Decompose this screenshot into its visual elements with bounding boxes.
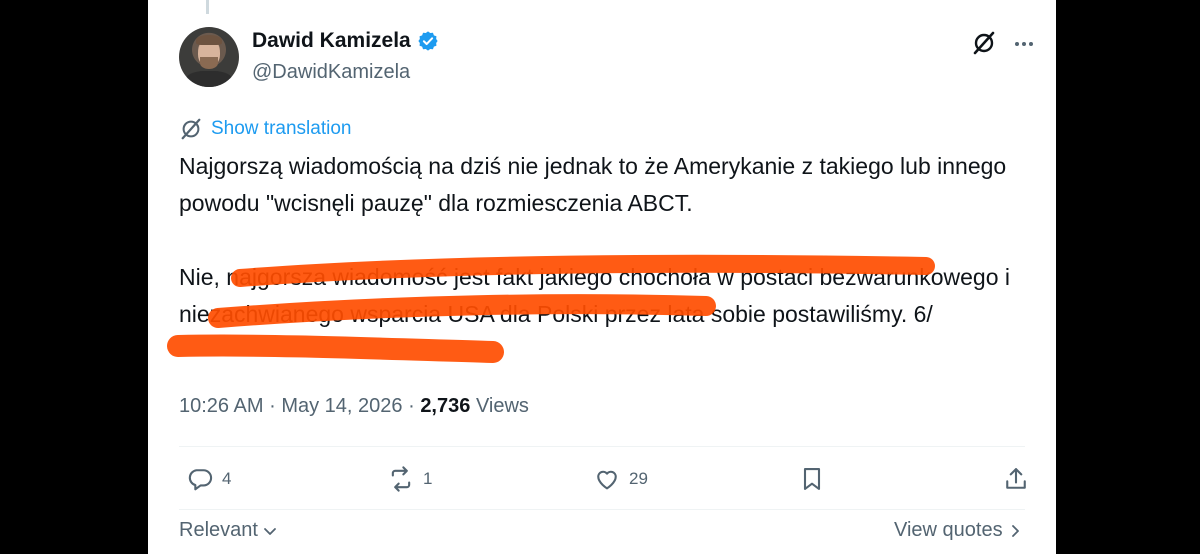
like-count: 29: [629, 469, 648, 488]
sort-dropdown[interactable]: Relevant: [179, 519, 278, 542]
bookmark-button[interactable]: [798, 465, 826, 493]
bookmark-icon: [803, 468, 821, 490]
meta-separator-2: ·: [408, 395, 415, 417]
view-quotes-link[interactable]: View quotes: [894, 519, 1023, 542]
tweet-card: Dawid Kamizela @DawidKamizela Show trans…: [148, 0, 1056, 554]
show-translation-link[interactable]: Show translation: [179, 117, 351, 141]
author-handle[interactable]: @DawidKamizela: [252, 61, 410, 84]
tweet-paragraph-1: Najgorszą wiadomością na dziś nie jednak…: [179, 153, 1007, 216]
tweet-meta: 10:26 AM · May 14, 2026 · 2,736 Views: [179, 395, 529, 418]
tweet-time[interactable]: 10:26 AM: [179, 395, 264, 417]
tweet-paragraph-2: Nie, najgorsza wiadomość jest fakt jakie…: [179, 264, 1010, 327]
share-icon: [1006, 468, 1026, 489]
verified-badge-icon: [418, 31, 438, 51]
divider-bottom: [179, 509, 1025, 510]
view-quotes-label: View quotes: [894, 519, 1003, 541]
sort-label: Relevant: [179, 519, 258, 541]
reply-count: 4: [222, 469, 232, 488]
reply-icon: [188, 469, 213, 491]
reply-button[interactable]: 4: [186, 465, 231, 493]
more-icon[interactable]: [1012, 32, 1036, 56]
grok-icon[interactable]: [971, 30, 997, 56]
like-icon: [597, 470, 617, 490]
views-count: 2,736: [420, 395, 471, 417]
avatar[interactable]: [179, 27, 239, 87]
repost-button[interactable]: 1: [387, 465, 432, 493]
tweet-date[interactable]: May 14, 2026: [281, 395, 402, 417]
views-label: Views: [475, 395, 529, 417]
translate-icon: [181, 118, 201, 140]
meta-separator-1: ·: [269, 395, 276, 417]
chevron-down-icon: [264, 527, 276, 535]
show-translation-label[interactable]: Show translation: [211, 118, 351, 140]
like-button[interactable]: 29: [593, 465, 648, 493]
author-name[interactable]: Dawid Kamizela: [252, 29, 411, 53]
tweet-text: Najgorszą wiadomością na dziś nie jednak…: [179, 148, 1029, 333]
author-name-row: Dawid Kamizela: [252, 29, 439, 53]
thread-line: [206, 0, 209, 14]
action-bar: 4 1 29: [179, 465, 1039, 501]
highlight-stroke-3: [167, 334, 504, 363]
repost-icon: [391, 466, 411, 492]
share-button[interactable]: [1002, 465, 1030, 493]
divider-top: [179, 446, 1025, 447]
repost-count: 1: [423, 469, 433, 488]
chevron-right-icon: [1011, 524, 1019, 537]
